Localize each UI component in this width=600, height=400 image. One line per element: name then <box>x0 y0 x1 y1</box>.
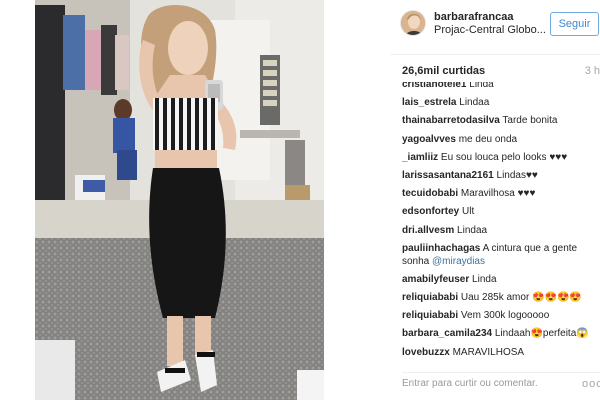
comment-username[interactable]: _iamliiz <box>402 152 438 163</box>
comment-text: me deu onda <box>455 133 518 145</box>
comment-text: Maravilhosa ♥♥♥ <box>458 188 536 200</box>
comment-item: lovebuzzx MARAVILHOSA <box>402 346 600 359</box>
comment-username[interactable]: cristianotele1 <box>402 82 466 90</box>
footer-divider <box>402 372 600 373</box>
comment-text: sonha <box>402 255 433 267</box>
post-photo-illustration <box>35 0 324 400</box>
comment-username[interactable]: lais_estrela <box>402 97 457 108</box>
comment-item: tecuidobabi Maravilhosa ♥♥♥ <box>402 187 600 200</box>
comment-username[interactable]: amabilyfeuser <box>402 274 469 285</box>
post-location[interactable]: Projac-Central Globo... <box>434 24 546 36</box>
likes-count[interactable]: 26,6mil curtidas <box>402 65 485 77</box>
comment-item: barbara_camila234 Lindaah😍perfeita😱 <box>402 327 600 340</box>
comment-text: Eu sou louca pelo looks ♥♥♥ <box>438 151 568 163</box>
comment-text: Tarde bonita <box>499 115 558 127</box>
comment-username[interactable]: pauliinhachagas <box>402 243 480 254</box>
comment-text: Linda <box>466 82 494 90</box>
comment-username[interactable]: reliquiababi <box>402 292 458 303</box>
post-header: barbarafrancaa Projac-Central Globo... S… <box>390 0 600 50</box>
comment-text: Ult <box>459 206 475 218</box>
avatar[interactable] <box>400 10 426 36</box>
comment-username[interactable]: dri.allvesm <box>402 225 454 236</box>
comment-item: edsonfortey Ult <box>402 205 600 218</box>
comment-text: Lindaah😍perfeita😱 <box>492 328 589 340</box>
comment-text: Lindaa <box>454 224 488 236</box>
comment-item: reliquiababi Vem 300k logooooo <box>402 309 600 322</box>
comment-username[interactable]: edsonfortey <box>402 206 459 217</box>
comment-username[interactable]: tecuidobabi <box>402 188 458 199</box>
comment-item: reliquiababi Uau 285k amor 😍😍😍😍 <box>402 291 600 304</box>
post-time[interactable]: 3 h <box>585 65 600 77</box>
post-username[interactable]: barbarafrancaa <box>434 11 514 23</box>
comment-text: A cintura que a gente <box>480 242 578 254</box>
comment-username[interactable]: larissasantana2161 <box>402 170 494 181</box>
avatar-photo-icon <box>401 11 425 35</box>
comment-item: thainabarretodasilva Tarde bonita <box>402 114 600 127</box>
comment-username[interactable]: reliquiababi <box>402 310 458 321</box>
comment-username[interactable]: yagoalvves <box>402 134 456 145</box>
comment-item: dri.allvesm Lindaa <box>402 224 600 237</box>
comment-username[interactable]: lovebuzzx <box>402 347 450 358</box>
comment-text: MARAVILHOSA <box>449 346 525 358</box>
comment-username[interactable]: thainabarretodasilva <box>402 115 500 126</box>
comment-list: cristianotele1 Linda lais_estrela Lindaa t… <box>402 82 600 362</box>
comment-text: Lindas♥♥ <box>493 169 538 181</box>
more-options-icon[interactable]: ooo <box>582 378 600 390</box>
comment-item: cristianotele1 Linda <box>402 82 600 91</box>
comment-text: Uau 285k amor 😍😍😍😍 <box>458 292 582 304</box>
comment-username[interactable]: barbara_camila234 <box>402 328 492 339</box>
comment-item: amabilyfeuser Linda <box>402 273 600 286</box>
comment-item: larissasantana2161 Lindas♥♥ <box>402 169 600 182</box>
post-sidebar: barbarafrancaa Projac-Central Globo... S… <box>390 0 600 400</box>
comment-item: lais_estrela Lindaa <box>402 96 600 109</box>
comment-item: yagoalvves me deu onda <box>402 133 600 146</box>
comment-item: pauliinhachagas A cintura que a gente son… <box>402 242 600 268</box>
follow-button[interactable]: Seguir <box>550 12 599 36</box>
comment-mention[interactable]: @miraydias <box>432 256 485 267</box>
comment-text: Vem 300k logooooo <box>458 310 550 322</box>
comment-item: _iamliiz Eu sou louca pelo looks ♥♥♥ <box>402 151 600 164</box>
header-divider <box>390 54 600 55</box>
comment-login-prompt[interactable]: Entrar para curtir ou comentar. <box>402 378 538 389</box>
post-photo[interactable] <box>35 0 324 400</box>
comment-text: Lindaa <box>456 97 490 109</box>
comment-text: Linda <box>469 273 497 285</box>
